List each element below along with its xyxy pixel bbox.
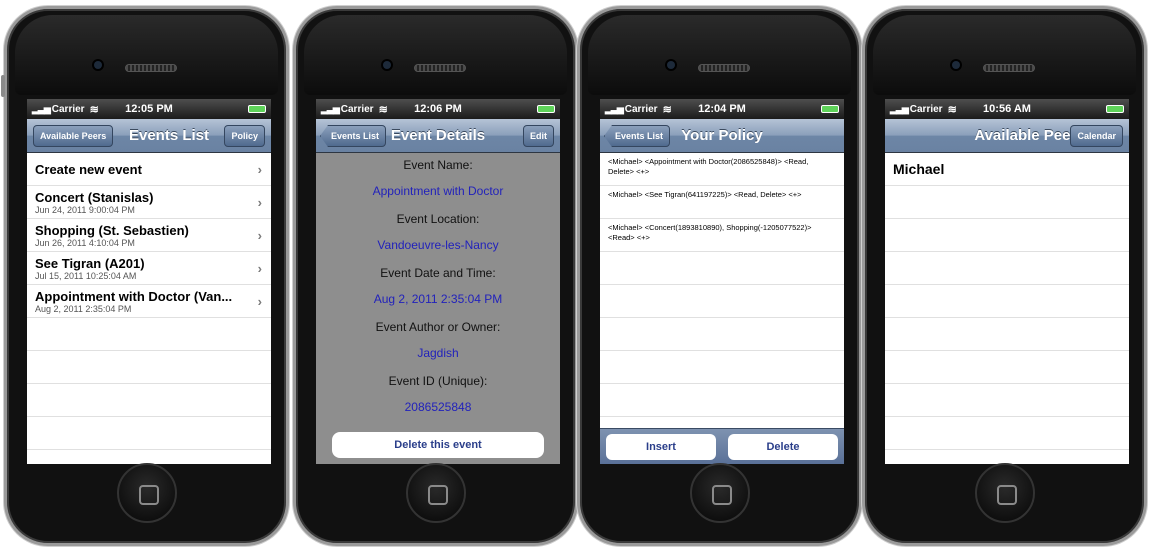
status-bar: ▂▃▅ Carrier ≋ 10:56 AM: [885, 99, 1129, 119]
home-button[interactable]: [406, 463, 466, 523]
field-value: Vandoeuvre-les-Nancy: [377, 238, 499, 252]
empty-row: [885, 285, 1129, 318]
empty-row: [885, 351, 1129, 384]
screen-your-policy: ▂▃▅ Carrier ≋ 12:04 PM Events List Your …: [600, 99, 844, 464]
screen-event-details: ▂▃▅ Carrier ≋ 12:06 PM Events List Event…: [316, 99, 560, 464]
event-date: Jul 15, 2011 10:25:04 AM: [35, 271, 137, 281]
battery-icon: [537, 105, 555, 113]
event-row[interactable]: Appointment with Doctor (Van... Aug 2, 2…: [27, 285, 271, 318]
back-button[interactable]: Events List: [604, 125, 671, 147]
status-bar: ▂▃▅ Carrier ≋ 12:04 PM: [600, 99, 844, 119]
details-panel: Event Name: Appointment with Doctor Even…: [316, 153, 560, 464]
home-button[interactable]: [117, 463, 177, 523]
chevron-right-icon: ›: [257, 162, 262, 177]
chevron-right-icon: ›: [257, 294, 262, 309]
field-label: Event Date and Time:: [380, 266, 496, 280]
empty-row: [885, 417, 1129, 450]
navigation-bar: Events List Event Details Edit: [316, 119, 560, 153]
status-time: 12:04 PM: [698, 103, 746, 115]
navigation-bar: Available Peers Calendar: [885, 119, 1129, 153]
empty-row: [600, 285, 844, 318]
event-row[interactable]: Concert (Stanislas) Jun 24, 2011 9:00:04…: [27, 186, 271, 219]
event-row[interactable]: See Tigran (A201) Jul 15, 2011 10:25:04 …: [27, 252, 271, 285]
delete-event-button[interactable]: Delete this event: [332, 432, 544, 458]
delete-button[interactable]: Delete: [728, 433, 838, 460]
empty-row: [27, 417, 271, 450]
status-bar: ▂▃▅ Carrier ≋ 12:05 PM: [27, 99, 271, 119]
screen-events-list: ▂▃▅ Carrier ≋ 12:05 PM Available Peers E…: [27, 99, 271, 464]
event-title: See Tigran (A201): [35, 256, 145, 271]
empty-row: [600, 252, 844, 285]
edit-button[interactable]: Edit: [523, 125, 554, 147]
empty-row: [27, 351, 271, 384]
field-label: Event Location:: [396, 212, 480, 226]
camera-icon: [952, 61, 960, 69]
chevron-right-icon: ›: [257, 195, 262, 210]
battery-icon: [1106, 105, 1124, 113]
navigation-bar: Available Peers Events List Policy: [27, 119, 271, 153]
chevron-right-icon: ›: [257, 261, 262, 276]
field-value: Appointment with Doctor: [372, 184, 504, 198]
empty-row: [885, 186, 1129, 219]
status-time: 12:06 PM: [414, 103, 462, 115]
field-label: Event ID (Unique):: [388, 374, 488, 388]
event-row[interactable]: Shopping (St. Sebastien) Jun 26, 2011 4:…: [27, 219, 271, 252]
event-date: Jun 24, 2011 9:00:04 PM: [35, 205, 135, 215]
speaker-grille: [698, 64, 750, 72]
field-label: Event Name:: [403, 158, 473, 172]
phone-frame-2: ▂▃▅ Carrier ≋ 12:06 PM Events List Event…: [293, 6, 578, 546]
peer-row[interactable]: Michael: [885, 153, 1129, 186]
speaker-grille: [125, 64, 177, 72]
side-button: [1, 75, 5, 97]
empty-row: [600, 351, 844, 384]
create-event-label: Create new event: [35, 162, 142, 177]
field-value: 2086525848: [404, 400, 472, 414]
status-time: 10:56 AM: [983, 103, 1031, 115]
event-title: Shopping (St. Sebastien): [35, 223, 189, 238]
empty-row: [600, 318, 844, 351]
empty-row: [885, 318, 1129, 351]
event-title: Appointment with Doctor (Van...: [35, 289, 233, 304]
empty-row: [27, 318, 271, 351]
empty-row: [885, 219, 1129, 252]
camera-icon: [667, 61, 675, 69]
status-bar: ▂▃▅ Carrier ≋ 12:06 PM: [316, 99, 560, 119]
home-button[interactable]: [975, 463, 1035, 523]
event-date: Jun 26, 2011 4:10:04 PM: [35, 238, 135, 248]
empty-row: [885, 384, 1129, 417]
phone-frame-4: ▂▃▅ Carrier ≋ 10:56 AM Available Peers C…: [862, 6, 1147, 546]
policy-row[interactable]: <Michael> <Concert(1893810890), Shopping…: [600, 219, 844, 252]
field-value: Jagdish: [417, 346, 459, 360]
battery-icon: [248, 105, 266, 113]
event-title: Concert (Stanislas): [35, 190, 154, 205]
policy-row[interactable]: <Michael> <See Tigran(641197225)> <Read,…: [600, 186, 844, 219]
create-event-row[interactable]: Create new event ›: [27, 153, 271, 186]
camera-icon: [383, 61, 391, 69]
event-date: Aug 2, 2011 2:35:04 PM: [35, 304, 132, 314]
screen-available-peers: ▂▃▅ Carrier ≋ 10:56 AM Available Peers C…: [885, 99, 1129, 464]
field-label: Event Author or Owner:: [375, 320, 501, 334]
home-button[interactable]: [690, 463, 750, 523]
navigation-bar: Events List Your Policy: [600, 119, 844, 153]
empty-row: [27, 384, 271, 417]
chevron-right-icon: ›: [257, 228, 262, 243]
phone-frame-3: ▂▃▅ Carrier ≋ 12:04 PM Events List Your …: [577, 6, 862, 546]
speaker-grille: [414, 64, 466, 72]
policy-button[interactable]: Policy: [224, 125, 265, 147]
policy-row[interactable]: <Michael> <Appointment with Doctor(20865…: [600, 153, 844, 186]
back-button[interactable]: Events List: [320, 125, 387, 147]
battery-icon: [821, 105, 839, 113]
status-time: 12:05 PM: [125, 103, 173, 115]
empty-row: [885, 252, 1129, 285]
phone-frame-1: ▂▃▅ Carrier ≋ 12:05 PM Available Peers E…: [1, 6, 289, 546]
available-peers-button[interactable]: Available Peers: [33, 125, 114, 147]
speaker-grille: [983, 64, 1035, 72]
calendar-button[interactable]: Calendar: [1070, 125, 1123, 147]
insert-button[interactable]: Insert: [606, 433, 716, 460]
field-value: Aug 2, 2011 2:35:04 PM: [373, 292, 503, 306]
bottom-toolbar: Insert Delete: [600, 428, 844, 464]
camera-icon: [94, 61, 102, 69]
empty-row: [600, 384, 844, 417]
